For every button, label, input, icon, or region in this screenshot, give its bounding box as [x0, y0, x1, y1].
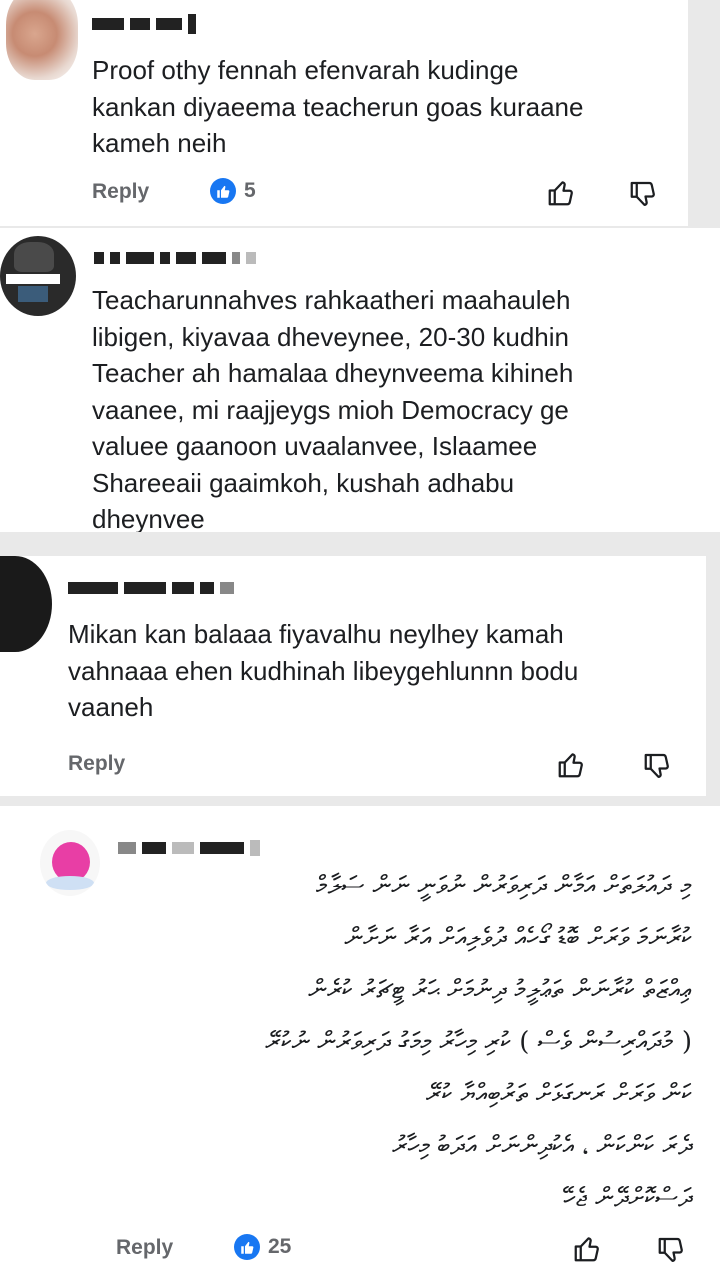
comment-card: Proof othy fennah efenvarah kudinge kank… — [0, 0, 688, 226]
avatar[interactable] — [40, 830, 100, 896]
reaction-count[interactable]: 5 — [210, 178, 256, 204]
comment-text: Teacharunnahves rahkaatheri maahauleh li… — [92, 285, 574, 532]
thumbs-down-icon[interactable] — [640, 748, 674, 782]
comment-text: މި ދައުލަތަށް އަމާން ދަރިވަރުން ނުވަނީ ނ… — [265, 871, 692, 1213]
like-count-text: 25 — [268, 1235, 292, 1258]
author-name[interactable] — [118, 840, 260, 856]
thumbs-down-icon[interactable] — [654, 1232, 688, 1266]
reaction-count[interactable]: 25 — [234, 1234, 291, 1260]
comment-card: މި ދައުލަތަށް އަމާން ދަރިވަރުން ނުވަނީ ނ… — [0, 806, 720, 1280]
reply-button[interactable]: Reply — [116, 1236, 173, 1260]
thumbs-up-icon[interactable] — [544, 176, 578, 210]
like-badge-icon — [210, 178, 236, 204]
avatar[interactable] — [0, 556, 52, 652]
like-count-text: 5 — [244, 179, 256, 202]
comment-card: Mikan kan balaaa fiyavalhu neylhey kamah… — [0, 556, 706, 796]
avatar[interactable] — [0, 236, 76, 316]
reply-button[interactable]: Reply — [92, 180, 149, 204]
avatar[interactable] — [6, 0, 78, 80]
thumbs-up-icon[interactable] — [554, 748, 588, 782]
author-name[interactable] — [68, 580, 234, 596]
comment-text: Mikan kan balaaa fiyavalhu neylhey kamah… — [68, 619, 579, 722]
thumbs-down-icon[interactable] — [626, 176, 660, 210]
comment-card: Teacharunnahves rahkaatheri maahauleh li… — [0, 228, 720, 532]
reply-button[interactable]: Reply — [68, 752, 125, 776]
comment-text: Proof othy fennah efenvarah kudinge kank… — [92, 55, 584, 158]
author-name[interactable] — [92, 14, 196, 34]
thumbs-up-icon[interactable] — [570, 1232, 604, 1266]
author-name[interactable] — [94, 250, 256, 266]
like-badge-icon — [234, 1234, 260, 1260]
